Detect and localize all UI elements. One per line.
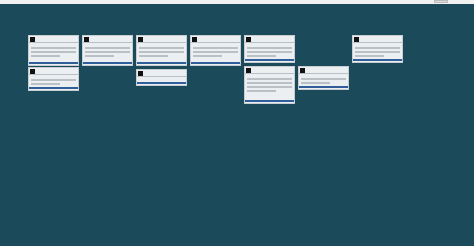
card-footer-rule — [29, 87, 78, 89]
feed-card[interactable] — [244, 35, 295, 63]
text-line-placeholder — [31, 51, 76, 53]
text-line-placeholder — [247, 82, 292, 84]
avatar-icon — [246, 68, 251, 73]
avatar-icon — [300, 68, 305, 73]
text-line-placeholder — [31, 47, 76, 49]
card-body — [299, 74, 348, 76]
avatar-icon — [138, 37, 143, 42]
avatar-icon — [354, 37, 359, 42]
avatar-icon — [84, 37, 89, 42]
card-header — [29, 68, 78, 75]
card-header — [245, 36, 294, 43]
text-line-placeholder — [139, 51, 184, 53]
card-body — [29, 43, 78, 45]
card-footer-rule — [191, 62, 240, 64]
text-line-placeholder — [301, 82, 331, 84]
text-line-placeholder — [85, 55, 115, 57]
feed-card[interactable] — [136, 35, 187, 66]
feed-card[interactable] — [244, 66, 295, 104]
card-body — [245, 74, 294, 76]
text-line-placeholder — [31, 55, 61, 57]
text-line-placeholder — [355, 51, 400, 53]
card-footer-rule — [299, 86, 348, 88]
feed-card[interactable] — [136, 69, 187, 86]
text-line-placeholder — [193, 47, 238, 49]
card-body — [245, 43, 294, 45]
card-body — [137, 77, 186, 79]
card-footer-rule — [29, 62, 78, 64]
feed-card[interactable] — [352, 35, 403, 63]
card-footer-rule — [83, 62, 132, 64]
card-header — [353, 36, 402, 43]
feed-card[interactable] — [28, 35, 79, 66]
card-header — [137, 36, 186, 43]
avatar-icon — [192, 37, 197, 42]
avatar-icon — [138, 71, 143, 76]
text-line-placeholder — [247, 90, 277, 92]
top-bar — [0, 0, 474, 4]
card-footer-rule — [137, 62, 186, 64]
feed-card[interactable] — [82, 35, 133, 66]
card-footer-rule — [245, 100, 294, 102]
text-line-placeholder — [355, 55, 385, 57]
avatar-icon — [30, 37, 35, 42]
card-header — [137, 70, 186, 77]
text-line-placeholder — [247, 86, 292, 88]
card-body — [29, 75, 78, 77]
avatar-icon — [246, 37, 251, 42]
text-line-placeholder — [139, 47, 184, 49]
text-line-placeholder — [247, 55, 277, 57]
card-header — [83, 36, 132, 43]
card-header — [245, 67, 294, 74]
text-line-placeholder — [85, 47, 130, 49]
card-header — [299, 67, 348, 74]
text-line-placeholder — [31, 79, 76, 81]
text-line-placeholder — [193, 55, 223, 57]
text-line-placeholder — [139, 55, 169, 57]
feed-card[interactable] — [298, 66, 349, 90]
avatar-icon — [30, 69, 35, 74]
card-footer-rule — [245, 59, 294, 61]
card-header — [191, 36, 240, 43]
text-line-placeholder — [193, 51, 238, 53]
top-bar-control[interactable] — [434, 0, 448, 3]
card-footer-rule — [137, 82, 186, 84]
card-body — [137, 43, 186, 45]
card-body — [191, 43, 240, 45]
text-line-placeholder — [247, 78, 292, 80]
feed-card[interactable] — [28, 67, 79, 91]
card-footer-rule — [353, 59, 402, 61]
card-body — [353, 43, 402, 45]
feed-card[interactable] — [190, 35, 241, 66]
text-line-placeholder — [247, 51, 292, 53]
card-body — [83, 43, 132, 45]
text-line-placeholder — [355, 47, 400, 49]
text-line-placeholder — [301, 78, 346, 80]
card-header — [29, 36, 78, 43]
text-line-placeholder — [85, 51, 130, 53]
text-line-placeholder — [31, 83, 61, 85]
text-line-placeholder — [247, 47, 292, 49]
